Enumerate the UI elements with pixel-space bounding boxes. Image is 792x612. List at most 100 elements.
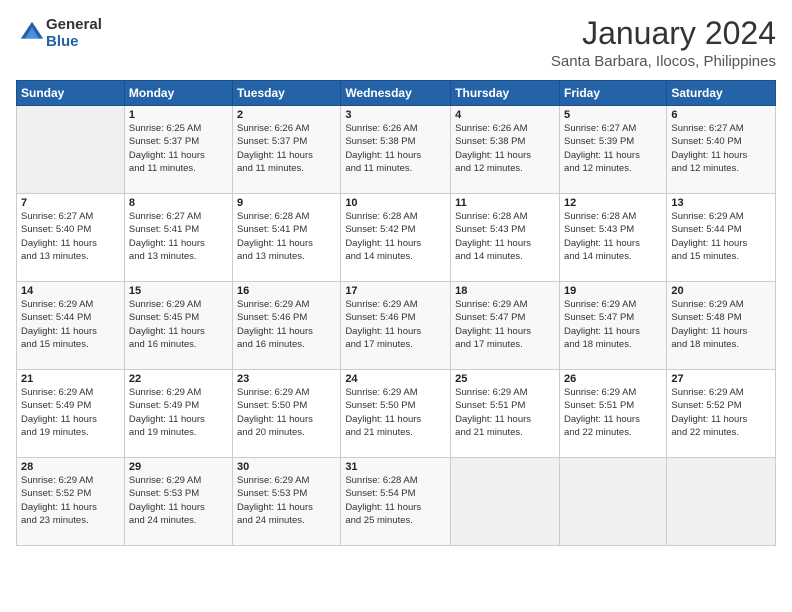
calendar-cell: 29Sunrise: 6:29 AM Sunset: 5:53 PM Dayli… [124,458,232,546]
day-number: 9 [237,197,336,209]
day-number: 25 [455,373,555,385]
calendar-cell: 6Sunrise: 6:27 AM Sunset: 5:40 PM Daylig… [667,106,776,194]
calendar-cell: 23Sunrise: 6:29 AM Sunset: 5:50 PM Dayli… [233,370,341,458]
day-number: 31 [345,461,446,473]
day-info: Sunrise: 6:28 AM Sunset: 5:54 PM Dayligh… [345,474,446,527]
calendar-cell: 17Sunrise: 6:29 AM Sunset: 5:46 PM Dayli… [341,282,451,370]
month-year: January 2024 [551,16,776,51]
week-row-0: 1Sunrise: 6:25 AM Sunset: 5:37 PM Daylig… [17,106,776,194]
day-info: Sunrise: 6:26 AM Sunset: 5:38 PM Dayligh… [455,122,555,175]
day-number: 4 [455,109,555,121]
calendar-cell: 13Sunrise: 6:29 AM Sunset: 5:44 PM Dayli… [667,194,776,282]
calendar-cell: 18Sunrise: 6:29 AM Sunset: 5:47 PM Dayli… [451,282,560,370]
day-info: Sunrise: 6:29 AM Sunset: 5:44 PM Dayligh… [21,298,120,351]
col-header-saturday: Saturday [667,81,776,106]
day-info: Sunrise: 6:29 AM Sunset: 5:49 PM Dayligh… [21,386,120,439]
day-number: 10 [345,197,446,209]
day-number: 2 [237,109,336,121]
day-info: Sunrise: 6:26 AM Sunset: 5:37 PM Dayligh… [237,122,336,175]
day-number: 16 [237,285,336,297]
day-number: 17 [345,285,446,297]
logo-general: General [46,16,102,33]
calendar-cell: 14Sunrise: 6:29 AM Sunset: 5:44 PM Dayli… [17,282,125,370]
day-number: 15 [129,285,228,297]
day-info: Sunrise: 6:29 AM Sunset: 5:53 PM Dayligh… [237,474,336,527]
col-header-thursday: Thursday [451,81,560,106]
calendar-cell: 8Sunrise: 6:27 AM Sunset: 5:41 PM Daylig… [124,194,232,282]
calendar-table: SundayMondayTuesdayWednesdayThursdayFrid… [16,80,776,546]
day-number: 26 [564,373,662,385]
calendar-cell: 19Sunrise: 6:29 AM Sunset: 5:47 PM Dayli… [559,282,666,370]
day-number: 13 [671,197,771,209]
day-info: Sunrise: 6:27 AM Sunset: 5:39 PM Dayligh… [564,122,662,175]
calendar-cell [17,106,125,194]
day-info: Sunrise: 6:28 AM Sunset: 5:43 PM Dayligh… [564,210,662,263]
calendar-cell: 31Sunrise: 6:28 AM Sunset: 5:54 PM Dayli… [341,458,451,546]
day-info: Sunrise: 6:29 AM Sunset: 5:53 PM Dayligh… [129,474,228,527]
day-number: 19 [564,285,662,297]
day-info: Sunrise: 6:26 AM Sunset: 5:38 PM Dayligh… [345,122,446,175]
logo-blue: Blue [46,33,102,50]
calendar-cell: 25Sunrise: 6:29 AM Sunset: 5:51 PM Dayli… [451,370,560,458]
day-number: 21 [21,373,120,385]
calendar-cell: 27Sunrise: 6:29 AM Sunset: 5:52 PM Dayli… [667,370,776,458]
calendar-cell: 5Sunrise: 6:27 AM Sunset: 5:39 PM Daylig… [559,106,666,194]
calendar-cell [451,458,560,546]
day-number: 1 [129,109,228,121]
day-number: 20 [671,285,771,297]
day-info: Sunrise: 6:28 AM Sunset: 5:42 PM Dayligh… [345,210,446,263]
day-number: 12 [564,197,662,209]
day-info: Sunrise: 6:27 AM Sunset: 5:40 PM Dayligh… [21,210,120,263]
header-row: SundayMondayTuesdayWednesdayThursdayFrid… [17,81,776,106]
day-info: Sunrise: 6:29 AM Sunset: 5:49 PM Dayligh… [129,386,228,439]
calendar-cell: 24Sunrise: 6:29 AM Sunset: 5:50 PM Dayli… [341,370,451,458]
col-header-wednesday: Wednesday [341,81,451,106]
calendar-cell [667,458,776,546]
day-info: Sunrise: 6:29 AM Sunset: 5:44 PM Dayligh… [671,210,771,263]
col-header-sunday: Sunday [17,81,125,106]
calendar-cell: 15Sunrise: 6:29 AM Sunset: 5:45 PM Dayli… [124,282,232,370]
calendar-cell: 12Sunrise: 6:28 AM Sunset: 5:43 PM Dayli… [559,194,666,282]
calendar-cell: 30Sunrise: 6:29 AM Sunset: 5:53 PM Dayli… [233,458,341,546]
day-info: Sunrise: 6:29 AM Sunset: 5:47 PM Dayligh… [455,298,555,351]
calendar-cell: 7Sunrise: 6:27 AM Sunset: 5:40 PM Daylig… [17,194,125,282]
day-info: Sunrise: 6:27 AM Sunset: 5:41 PM Dayligh… [129,210,228,263]
calendar-cell: 21Sunrise: 6:29 AM Sunset: 5:49 PM Dayli… [17,370,125,458]
day-number: 22 [129,373,228,385]
col-header-friday: Friday [559,81,666,106]
day-number: 7 [21,197,120,209]
day-number: 5 [564,109,662,121]
week-row-3: 21Sunrise: 6:29 AM Sunset: 5:49 PM Dayli… [17,370,776,458]
day-number: 28 [21,461,120,473]
page: General Blue January 2024 Santa Barbara,… [0,0,792,612]
day-info: Sunrise: 6:29 AM Sunset: 5:47 PM Dayligh… [564,298,662,351]
day-info: Sunrise: 6:29 AM Sunset: 5:46 PM Dayligh… [345,298,446,351]
day-info: Sunrise: 6:29 AM Sunset: 5:45 PM Dayligh… [129,298,228,351]
title-block: January 2024 Santa Barbara, Ilocos, Phil… [551,16,776,70]
day-number: 6 [671,109,771,121]
day-info: Sunrise: 6:29 AM Sunset: 5:51 PM Dayligh… [455,386,555,439]
calendar-cell [559,458,666,546]
day-info: Sunrise: 6:27 AM Sunset: 5:40 PM Dayligh… [671,122,771,175]
day-number: 11 [455,197,555,209]
day-number: 8 [129,197,228,209]
calendar-cell: 11Sunrise: 6:28 AM Sunset: 5:43 PM Dayli… [451,194,560,282]
day-number: 14 [21,285,120,297]
calendar-cell: 28Sunrise: 6:29 AM Sunset: 5:52 PM Dayli… [17,458,125,546]
col-header-monday: Monday [124,81,232,106]
calendar-cell: 3Sunrise: 6:26 AM Sunset: 5:38 PM Daylig… [341,106,451,194]
day-number: 29 [129,461,228,473]
day-number: 24 [345,373,446,385]
day-number: 23 [237,373,336,385]
day-info: Sunrise: 6:29 AM Sunset: 5:50 PM Dayligh… [345,386,446,439]
calendar-cell: 22Sunrise: 6:29 AM Sunset: 5:49 PM Dayli… [124,370,232,458]
day-number: 18 [455,285,555,297]
logo: General Blue [16,16,102,50]
calendar-cell: 4Sunrise: 6:26 AM Sunset: 5:38 PM Daylig… [451,106,560,194]
day-info: Sunrise: 6:28 AM Sunset: 5:41 PM Dayligh… [237,210,336,263]
day-info: Sunrise: 6:29 AM Sunset: 5:46 PM Dayligh… [237,298,336,351]
col-header-tuesday: Tuesday [233,81,341,106]
day-info: Sunrise: 6:25 AM Sunset: 5:37 PM Dayligh… [129,122,228,175]
week-row-2: 14Sunrise: 6:29 AM Sunset: 5:44 PM Dayli… [17,282,776,370]
week-row-1: 7Sunrise: 6:27 AM Sunset: 5:40 PM Daylig… [17,194,776,282]
